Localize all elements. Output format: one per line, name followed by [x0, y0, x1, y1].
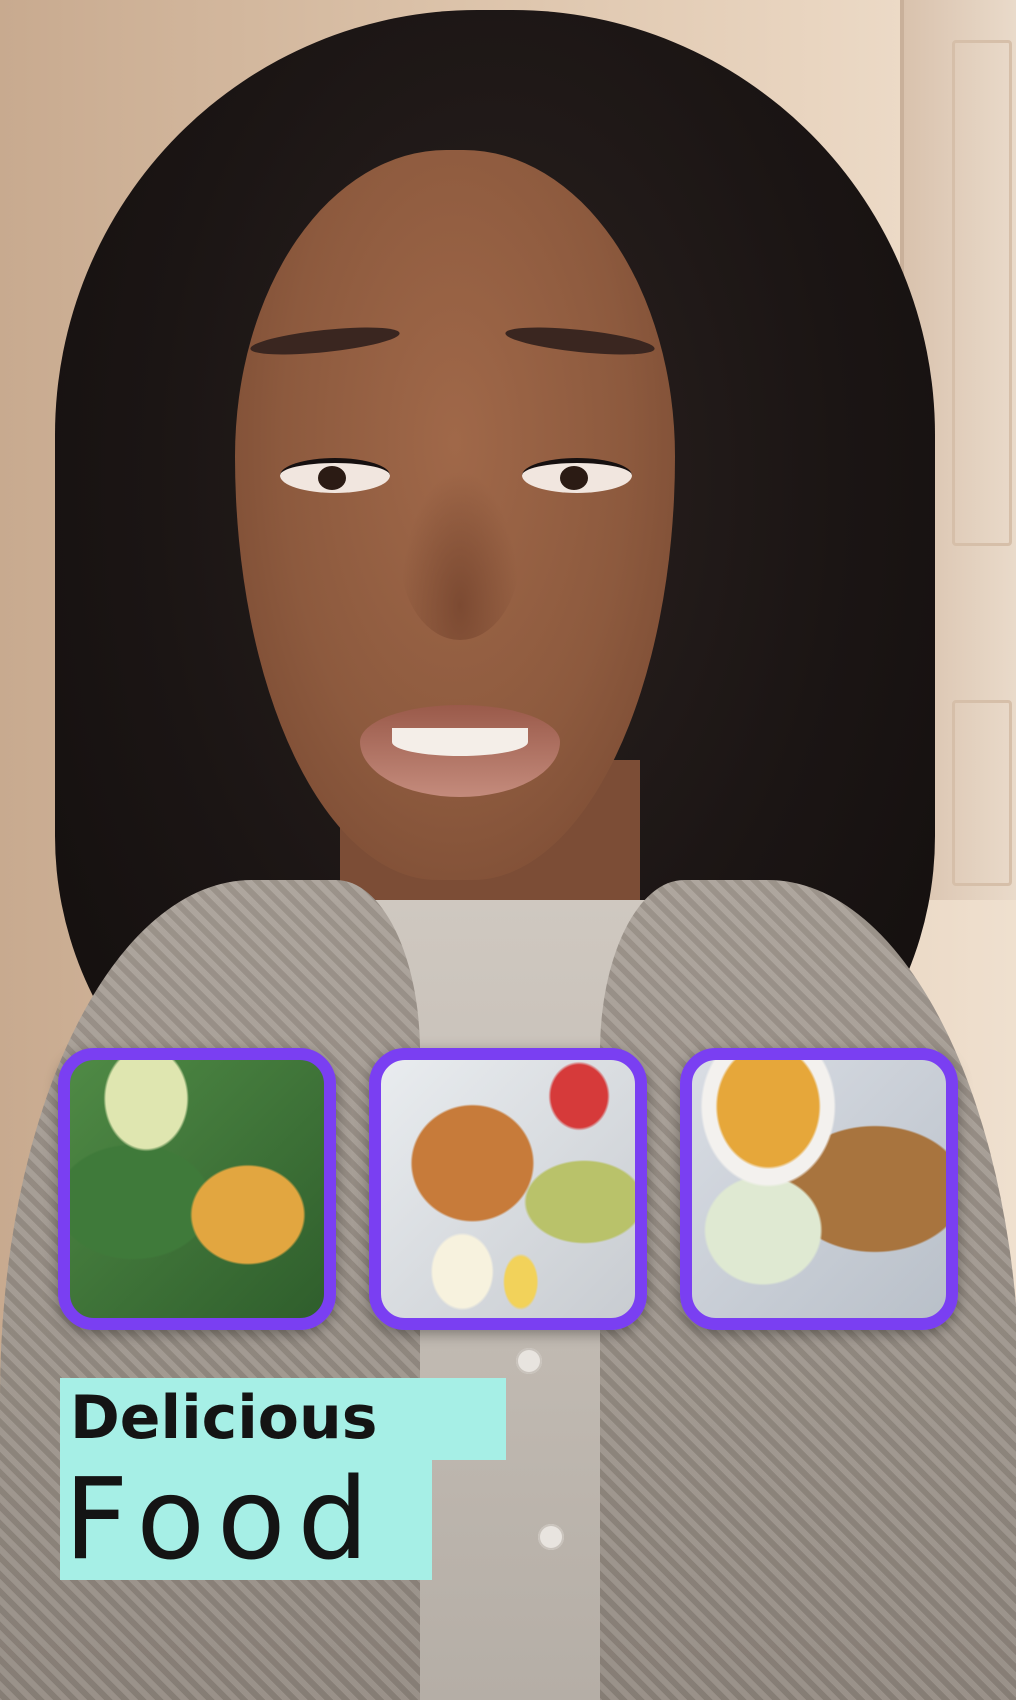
caption-overlay: Delicious Food [60, 1378, 506, 1580]
food-image-row [0, 1048, 1016, 1338]
salmon-cake-eggs-avocado-image [369, 1048, 647, 1330]
crispy-chicken-tenders-image [680, 1048, 958, 1330]
left-eye [280, 458, 390, 493]
caption-title: Delicious [60, 1378, 506, 1460]
right-eye [522, 458, 632, 493]
shirt-button [516, 1348, 542, 1374]
caption-subtitle: Food [60, 1460, 432, 1580]
door-panel-lower [952, 700, 1012, 886]
door-panel-upper [952, 40, 1012, 546]
teeth [392, 728, 528, 756]
nose [400, 470, 520, 640]
shirt-button [538, 1524, 564, 1550]
stuffed-pepper-salad-image [58, 1048, 336, 1330]
